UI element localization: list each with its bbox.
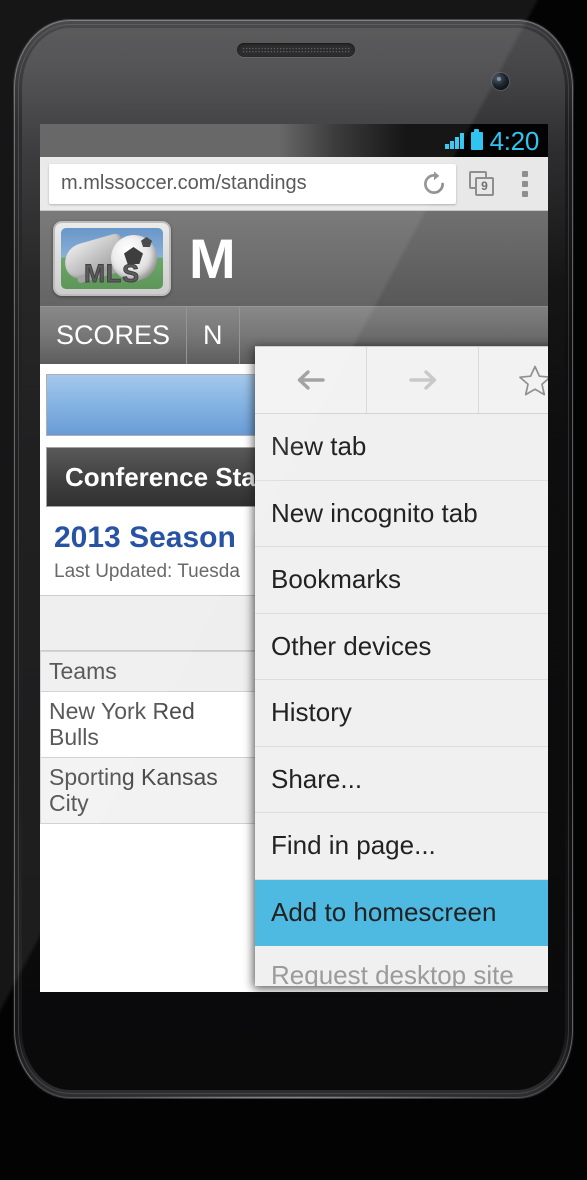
menu-item-other-devices[interactable]: Other devices <box>255 613 548 680</box>
earpiece-speaker <box>237 43 355 57</box>
menu-item-history[interactable]: History <box>255 680 548 747</box>
menu-item-share[interactable]: Share... <box>255 746 548 813</box>
tab-switcher-icon: 9 <box>469 170 495 197</box>
column-header-teams[interactable]: Teams <box>40 651 256 692</box>
star-outline-icon <box>518 365 548 395</box>
nav-tab-scores[interactable]: SCORES <box>40 307 188 364</box>
menu-item-find-in-page[interactable]: Find in page... <box>255 813 548 880</box>
nav-tab-news[interactable]: N <box>187 307 240 364</box>
mls-logo-text: MLS <box>84 260 140 288</box>
menu-item-bookmarks[interactable]: Bookmarks <box>255 547 548 614</box>
tab-switcher-button[interactable]: 9 <box>460 162 504 206</box>
menu-nav-row <box>255 347 548 414</box>
site-header: MLS M <box>40 211 548 306</box>
subnav-conference-standings[interactable]: Conference Stan <box>46 447 291 507</box>
menu-item-request-desktop-site[interactable]: Request desktop site <box>255 946 548 986</box>
browser-toolbar: m.mlssoccer.com/standings 9 <box>40 157 548 211</box>
menu-forward-button[interactable] <box>367 347 479 413</box>
url-input[interactable]: m.mlssoccer.com/standings <box>61 172 420 195</box>
menu-item-new-incognito-tab[interactable]: New incognito tab <box>255 480 548 547</box>
overflow-menu-icon <box>522 170 528 177</box>
menu-back-button[interactable] <box>255 347 367 413</box>
phone-device: 4:20 m.mlssoccer.com/standings 9 MLS M S… <box>0 0 587 1180</box>
overflow-menu-button[interactable] <box>508 162 542 206</box>
menu-item-add-to-homescreen[interactable]: Add to homescreen <box>255 879 548 946</box>
arrow-left-icon <box>297 370 325 390</box>
bottom-bezel-highlight <box>60 1096 527 1099</box>
status-bar: 4:20 <box>40 124 548 157</box>
phone-screen: 4:20 m.mlssoccer.com/standings 9 MLS M S… <box>40 124 548 992</box>
front-camera <box>492 73 509 90</box>
menu-item-new-tab[interactable]: New tab <box>255 414 548 481</box>
team-name: Sporting Kansas City <box>40 756 256 824</box>
reload-icon[interactable] <box>420 170 448 198</box>
team-name: New York Red Bulls <box>40 691 256 758</box>
site-title: M <box>189 227 237 290</box>
browser-overflow-menu: New tab New incognito tab Bookmarks Othe… <box>255 346 548 986</box>
signal-bars-icon <box>445 132 464 149</box>
menu-item-label: Request desktop site <box>271 960 514 986</box>
menu-bookmark-button[interactable] <box>479 347 548 413</box>
status-bar-clock: 4:20 <box>489 125 540 156</box>
battery-full-icon <box>470 128 483 150</box>
tab-count-badge: 9 <box>475 176 494 196</box>
url-bar[interactable]: m.mlssoccer.com/standings <box>49 163 456 204</box>
arrow-right-icon <box>408 370 436 390</box>
mls-logo[interactable]: MLS <box>53 221 171 296</box>
